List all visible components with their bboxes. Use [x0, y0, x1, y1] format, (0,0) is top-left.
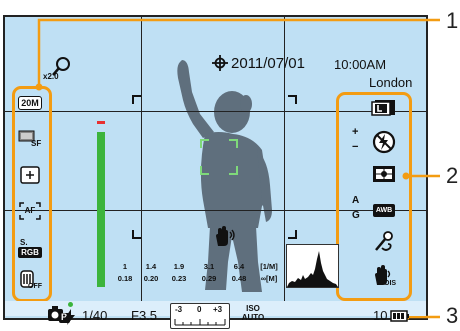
quality-label: SF [31, 139, 42, 148]
aperture-value: F3.5 [131, 308, 158, 323]
photo-style-icon [370, 98, 398, 118]
hand-shake-warning-icon [216, 226, 235, 246]
exposure-scale-ticks [174, 319, 226, 326]
battery-icon [390, 310, 409, 322]
iso-a-label: A [352, 195, 360, 206]
battery-dot [68, 302, 73, 307]
color-space-icon: S. RGB [17, 236, 43, 260]
callout-number-3: 3 [446, 303, 459, 328]
camera-display-diagram: x2.0 2011/07/01 10:00AM London 1 2 3 20M… [0, 0, 460, 331]
distance-scale-bottom-value: 0.29 [201, 274, 217, 283]
distance-scale-bottom-value: 0.20 [143, 274, 159, 283]
flash-ev-plus: + [352, 126, 359, 138]
distance-scale-bottom-value: 0.23 [171, 274, 187, 283]
metering-mode-icon [370, 163, 398, 185]
distance-scale-top-value: [1/M] [260, 262, 278, 271]
metering-icon [17, 164, 43, 186]
ois-icon: OIS [370, 264, 398, 290]
exposure-scale-plus: +3 [213, 305, 223, 314]
color-space-prefix: S. [20, 237, 28, 247]
distance-scale: 1 1.4 1.9 3.1 6.4 [1/M] 0.18 0.20 0.23 0.29 0.48 ∞… [108, 256, 288, 286]
face-detection-icon [370, 230, 398, 254]
white-balance-icon: AWB [370, 199, 398, 221]
distance-scale-bottom-value: 0.18 [117, 274, 133, 283]
exposure-scale-zero: 0 [197, 305, 202, 314]
distance-scale-bottom-value: ∞[M] [260, 274, 278, 283]
distance-scale-top-value: 3.1 [203, 262, 215, 271]
quality-icon: SF [17, 128, 43, 150]
drive-mode-label: OFF [28, 283, 42, 290]
exposure-scale: -3 0 +3 [170, 303, 230, 329]
distance-scale-top-value: 1 [122, 262, 128, 271]
histogram-graph [287, 251, 338, 287]
distance-scale-top-value: 1.9 [173, 262, 185, 271]
iso-indicator-bottom: AUTO [241, 313, 265, 322]
iso-indicator-top: ISO [246, 304, 260, 313]
shots-remaining: 10 [373, 308, 388, 323]
distance-scale-top-value: 6.4 [233, 262, 245, 271]
callout-number-2: 2 [446, 163, 459, 188]
histogram [286, 244, 339, 288]
af-area-label: AF [24, 206, 36, 215]
iso-indicator: ISO AUTO [241, 304, 265, 326]
distance-scale-top-value: 1.4 [145, 262, 157, 271]
flash-ev-minus: − [352, 141, 359, 153]
iso-g-label: G [352, 210, 360, 221]
ois-label: OIS [384, 280, 397, 287]
shutter-speed: 1/40 [82, 308, 108, 323]
callout-number-1: 1 [446, 8, 459, 33]
drive-mode-icon: OFF [17, 268, 43, 292]
flash-status-icon [65, 309, 75, 325]
color-space-label: RGB [18, 246, 42, 258]
exposure-scale-minus: -3 [175, 305, 183, 314]
distance-scale-bottom-value: 0.48 [231, 274, 247, 283]
af-area-icon: AF [17, 200, 43, 222]
flash-off-icon [370, 130, 398, 154]
photo-size-icon: 20M [17, 92, 43, 114]
